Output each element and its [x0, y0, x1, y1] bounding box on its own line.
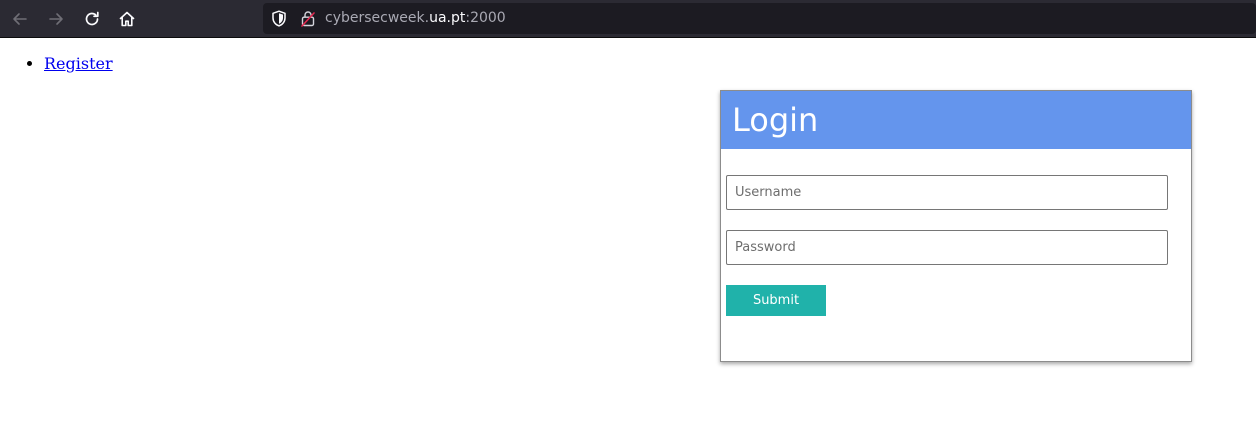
register-link[interactable]: Register: [44, 54, 113, 73]
reload-button[interactable]: [77, 4, 107, 34]
arrow-left-icon: [13, 13, 27, 25]
forward-button[interactable]: [41, 4, 71, 34]
password-input[interactable]: [726, 230, 1168, 265]
reload-icon: [85, 11, 99, 26]
arrow-right-icon: [49, 13, 63, 25]
back-button[interactable]: [5, 4, 35, 34]
login-header: Login: [721, 91, 1191, 149]
submit-button[interactable]: Submit: [726, 285, 826, 316]
username-input[interactable]: [726, 175, 1168, 210]
login-card: Login Submit: [720, 90, 1192, 362]
url-domain: ua.pt: [429, 10, 466, 26]
list-item: Register: [44, 51, 113, 77]
home-icon: [119, 11, 135, 27]
login-title: Login: [732, 101, 819, 139]
url-port: :2000: [465, 10, 506, 26]
address-bar[interactable]: cybersecweek.ua.pt:2000: [263, 3, 1256, 34]
insecure-lock-icon[interactable]: [301, 10, 315, 27]
home-button[interactable]: [112, 4, 142, 34]
url-subdomain: cybersecweek.: [325, 10, 430, 26]
shield-icon[interactable]: [271, 10, 287, 27]
url-text[interactable]: cybersecweek.ua.pt:2000: [325, 9, 506, 27]
nav-list: Register: [0, 51, 113, 77]
browser-toolbar: cybersecweek.ua.pt:2000: [0, 0, 1256, 38]
